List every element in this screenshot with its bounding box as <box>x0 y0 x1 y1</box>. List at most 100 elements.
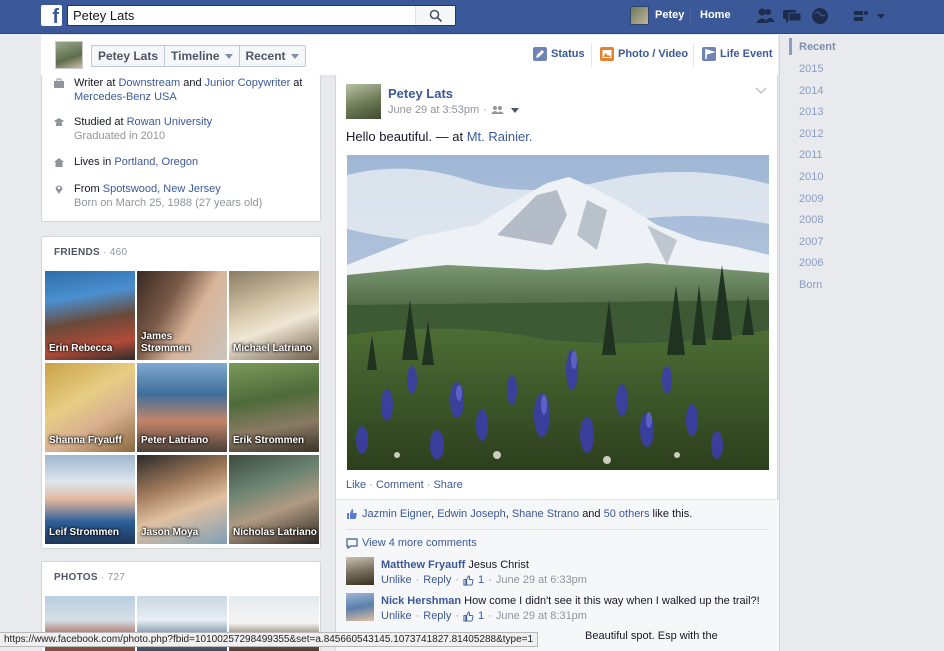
home-link[interactable]: Home <box>700 9 731 21</box>
friend-tile[interactable]: Leif Strommen <box>45 455 135 544</box>
account-settings-caret-icon[interactable] <box>874 7 888 25</box>
comment-body: Nick Hershman How come I didn't see it t… <box>381 594 760 624</box>
comment-timestamp[interactable]: June 29 at 6:33pm <box>496 573 587 588</box>
life-event-label: Life Event <box>720 48 773 60</box>
profile-name-button[interactable]: Petey Lats <box>92 46 166 66</box>
friend-tile[interactable]: Erin Rebecca <box>45 271 135 360</box>
friend-tile[interactable]: Jason Moya <box>137 455 227 544</box>
friends-count: 460 <box>109 247 128 258</box>
text-at: at <box>290 77 303 89</box>
timeline-button[interactable]: Timeline <box>165 46 240 66</box>
year-2011[interactable]: 2011 <box>799 149 823 161</box>
graduation-cap-icon <box>54 118 64 126</box>
place-link[interactable]: Mt. Rainier. <box>467 129 533 144</box>
comment-author[interactable]: Matthew Fryauff <box>381 559 465 571</box>
chevron-down-icon[interactable] <box>510 107 519 113</box>
divider <box>690 9 691 23</box>
friend-tile[interactable]: Nicholas Latriano <box>229 455 319 544</box>
year-2007[interactable]: 2007 <box>799 236 823 248</box>
friend-name: Erin Rebecca <box>49 343 113 354</box>
profile-name-label: Petey Lats <box>98 49 159 63</box>
divider <box>346 529 769 530</box>
post-timestamp-row: June 29 at 3:53pm · <box>388 104 519 116</box>
commenter-avatar[interactable] <box>346 557 374 585</box>
post-author-avatar[interactable] <box>346 84 381 119</box>
like-button[interactable]: Like <box>346 479 366 491</box>
year-2014[interactable]: 2014 <box>799 85 823 97</box>
reply-button[interactable]: Reply <box>423 609 451 624</box>
year-2010[interactable]: 2010 <box>799 171 823 183</box>
friend-tile[interactable]: James Strømmen <box>137 271 227 360</box>
others-likers-link[interactable]: 50 others <box>604 508 650 520</box>
year-2009[interactable]: 2009 <box>799 193 823 205</box>
commenter-avatar[interactable] <box>346 593 374 621</box>
liker-link[interactable]: Shane Strano <box>512 508 579 520</box>
comment-like-count[interactable]: 1 <box>478 609 484 624</box>
likes-summary: Jazmin Eigner, Edwin Joseph, Shane Stran… <box>346 508 692 520</box>
friend-name: Jason Moya <box>141 527 199 538</box>
friend-tile[interactable]: Shanna Fryauff <box>45 363 135 452</box>
separator-dot: · <box>483 104 487 116</box>
about-card: Writer at Downstream and Junior Copywrit… <box>41 75 321 222</box>
user-name-link[interactable]: Petey <box>655 9 684 21</box>
composer-status-button[interactable]: Status <box>533 47 585 61</box>
post-photo-mt-rainier[interactable] <box>347 155 769 470</box>
role-link-junior-copywriter[interactable]: Junior Copywriter <box>205 77 291 89</box>
composer-life-event-button[interactable]: Life Event <box>702 47 773 61</box>
friends-audience-icon[interactable] <box>490 105 507 115</box>
thumbs-up-icon <box>463 611 474 622</box>
friend-requests-icon[interactable] <box>755 7 775 25</box>
reply-button[interactable]: Reply <box>423 573 451 588</box>
comment-button[interactable]: Comment <box>376 479 424 491</box>
hometown-link[interactable]: Spotswood, New Jersey <box>103 183 221 195</box>
search-input[interactable] <box>73 8 413 23</box>
year-2006[interactable]: 2006 <box>799 257 823 269</box>
friends-heading[interactable]: FRIENDS · 460 <box>54 247 127 258</box>
comment-meta: Unlike · Reply · 1 · June 29 at 6:33pm <box>381 573 587 588</box>
notifications-globe-icon[interactable] <box>810 7 830 25</box>
year-2012[interactable]: 2012 <box>799 128 823 140</box>
view-more-comments-link[interactable]: View 4 more comments <box>346 537 477 549</box>
composer-photo-video-button[interactable]: Photo / Video <box>600 47 688 61</box>
comment-meta: Unlike · Reply · 1 · June 29 at 8:31pm <box>381 609 587 624</box>
post-timestamp[interactable]: June 29 at 3:53pm <box>388 104 479 116</box>
user-avatar[interactable] <box>630 6 649 25</box>
employer-link-downstream[interactable]: Downstream <box>118 77 180 89</box>
year-2008[interactable]: 2008 <box>799 214 823 226</box>
about-work: Writer at Downstream and Junior Copywrit… <box>54 76 314 104</box>
school-link[interactable]: Rowan University <box>127 116 213 128</box>
friend-tile[interactable]: Michael Latriano <box>229 271 319 360</box>
liker-link[interactable]: Jazmin Eigner <box>362 508 431 520</box>
text-at: at <box>103 77 119 89</box>
photo-video-label: Photo / Video <box>618 48 689 60</box>
unlike-button[interactable]: Unlike <box>381 573 412 588</box>
photos-heading[interactable]: PHOTOS · 727 <box>54 572 125 583</box>
comment-timestamp[interactable]: June 29 at 8:31pm <box>496 609 587 624</box>
post-author-name[interactable]: Petey Lats <box>388 86 453 101</box>
friend-tile[interactable]: Peter Latriano <box>137 363 227 452</box>
comment-author[interactable]: Nick Hershman <box>381 595 461 607</box>
year-2013[interactable]: 2013 <box>799 106 823 118</box>
share-button[interactable]: Share <box>433 479 462 491</box>
employer-link-mercedes[interactable]: Mercedes-Benz USA <box>74 91 177 103</box>
messages-icon[interactable] <box>782 7 802 25</box>
year-born[interactable]: Born <box>799 279 822 291</box>
current-city-link[interactable]: Portland, Oregon <box>114 156 198 168</box>
year-recent[interactable]: Recent <box>799 41 836 53</box>
year-2015[interactable]: 2015 <box>799 63 823 75</box>
recent-button[interactable]: Recent <box>240 46 305 66</box>
about-hometown: From Spotswood, New Jersey Born on March… <box>54 182 314 210</box>
post-feedback-area: Jazmin Eigner, Edwin Joseph, Shane Stran… <box>336 499 779 651</box>
friends-card: FRIENDS · 460 Erin Rebecca James Strømmen… <box>41 236 321 549</box>
from-prefix: From <box>74 183 103 195</box>
comment-item: Nick Hershman How come I didn't see it t… <box>346 593 769 625</box>
unlike-button[interactable]: Unlike <box>381 609 412 624</box>
privacy-shortcuts-icon[interactable] <box>852 7 872 25</box>
search-button[interactable] <box>415 6 455 25</box>
liker-link[interactable]: Edwin Joseph <box>437 508 506 520</box>
profile-thumbnail[interactable] <box>55 41 83 69</box>
facebook-logo-icon[interactable]: f <box>41 5 62 26</box>
post-options-chevron-icon[interactable] <box>755 87 767 95</box>
comment-like-count[interactable]: 1 <box>478 573 484 588</box>
friend-tile[interactable]: Erik Strommen <box>229 363 319 452</box>
